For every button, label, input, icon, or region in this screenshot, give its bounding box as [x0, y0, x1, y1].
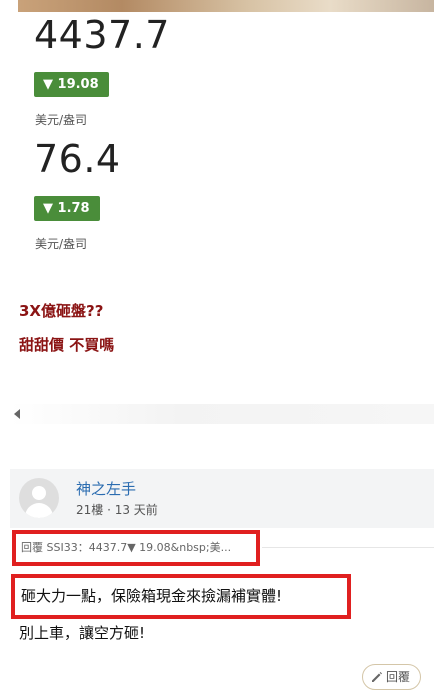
scroll-left-arrow-icon[interactable] [14, 409, 20, 419]
comment-text-line-1: 砸大力一點，保險箱現金來撿漏補實體! [11, 574, 351, 619]
comment-text-line-2: 別上車，讓空方砸! [19, 624, 146, 642]
silver-price: 76.4 [34, 137, 121, 181]
pencil-icon [372, 672, 382, 682]
silver-unit: 美元/盎司 [35, 237, 88, 251]
comment-username[interactable]: 神之左手 [76, 478, 136, 499]
horizontal-scrollbar[interactable] [10, 404, 434, 424]
banner-image-strip [18, 0, 434, 12]
comment-header [10, 469, 434, 528]
promo-text-1: 3X億砸盤?? [19, 302, 104, 320]
gold-price: 4437.7 [34, 13, 170, 57]
reply-button[interactable]: 回覆 [362, 664, 421, 690]
silver-change-badge: ▼ 1.78 [34, 196, 100, 221]
reply-button-label: 回覆 [386, 670, 411, 684]
comment-meta: 21樓 · 13 天前 [76, 503, 158, 517]
avatar-placeholder-icon[interactable] [19, 478, 59, 518]
gold-unit: 美元/盎司 [35, 113, 88, 127]
gold-change-badge: ▼ 19.08 [34, 72, 109, 97]
divider [262, 547, 434, 548]
reply-quote[interactable]: 回覆 SSI33：4437.7▼ 19.08&nbsp;美... [12, 530, 260, 566]
promo-text-2: 甜甜價 不買嗎 [19, 336, 115, 354]
